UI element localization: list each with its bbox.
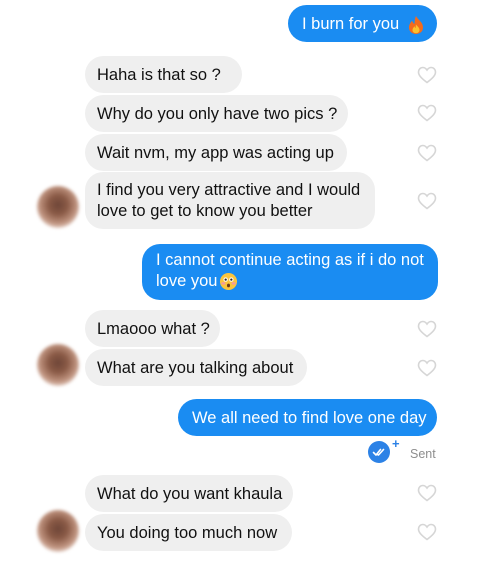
message-text: Haha is that so ? — [97, 66, 221, 84]
message-text-line: love you — [156, 271, 426, 292]
fire-emoji-icon — [408, 15, 423, 34]
heart-outline-icon[interactable] — [417, 359, 437, 377]
message-text: I burn for you — [302, 15, 400, 33]
heart-outline-icon[interactable] — [417, 320, 437, 338]
heart-outline-icon[interactable] — [417, 192, 437, 210]
received-message[interactable]: You doing too much now — [85, 514, 292, 551]
avatar[interactable] — [37, 510, 79, 552]
message-text-line: I find you very attractive and I would — [97, 181, 361, 199]
plus-badge: + — [392, 436, 400, 451]
received-message[interactable]: Lmaooo what ? — [85, 310, 220, 347]
message-text-line: love to get to know you better — [97, 202, 313, 220]
double-check-icon — [368, 441, 390, 463]
received-message[interactable]: Wait nvm, my app was acting up — [85, 134, 347, 171]
sent-label: Sent — [410, 447, 436, 461]
chat-thread: I burn for you Haha is that so ? Why do … — [0, 0, 480, 571]
message-text: We all need to find love one day — [192, 409, 427, 427]
flushed-face-emoji-icon — [220, 273, 238, 291]
avatar[interactable] — [37, 186, 79, 228]
message-text: love you — [156, 272, 218, 290]
message-text: What are you talking about — [97, 359, 294, 377]
message-text: Why do you only have two pics ? — [97, 105, 338, 123]
avatar[interactable] — [37, 344, 79, 386]
received-message[interactable]: I find you very attractive and I would l… — [85, 172, 375, 229]
message-text: You doing too much now — [97, 524, 278, 542]
sent-message[interactable]: I burn for you — [288, 5, 437, 42]
received-message[interactable]: What are you talking about — [85, 349, 307, 386]
sent-message[interactable]: I cannot continue acting as if i do not … — [142, 244, 438, 300]
received-message[interactable]: Haha is that so ? — [85, 56, 242, 93]
message-text: Wait nvm, my app was acting up — [97, 144, 334, 162]
heart-outline-icon[interactable] — [417, 144, 437, 162]
received-message[interactable]: Why do you only have two pics ? — [85, 95, 348, 132]
heart-outline-icon[interactable] — [417, 484, 437, 502]
heart-outline-icon[interactable] — [417, 104, 437, 122]
message-text: What do you want khaula — [97, 485, 283, 503]
message-text-line: I cannot continue acting as if i do not — [156, 251, 424, 269]
received-message[interactable]: What do you want khaula — [85, 475, 293, 512]
sent-status: + Sent — [368, 436, 448, 465]
heart-outline-icon[interactable] — [417, 523, 437, 541]
sent-message[interactable]: We all need to find love one day — [178, 399, 437, 436]
heart-outline-icon[interactable] — [417, 66, 437, 84]
message-text: Lmaooo what ? — [97, 320, 210, 338]
